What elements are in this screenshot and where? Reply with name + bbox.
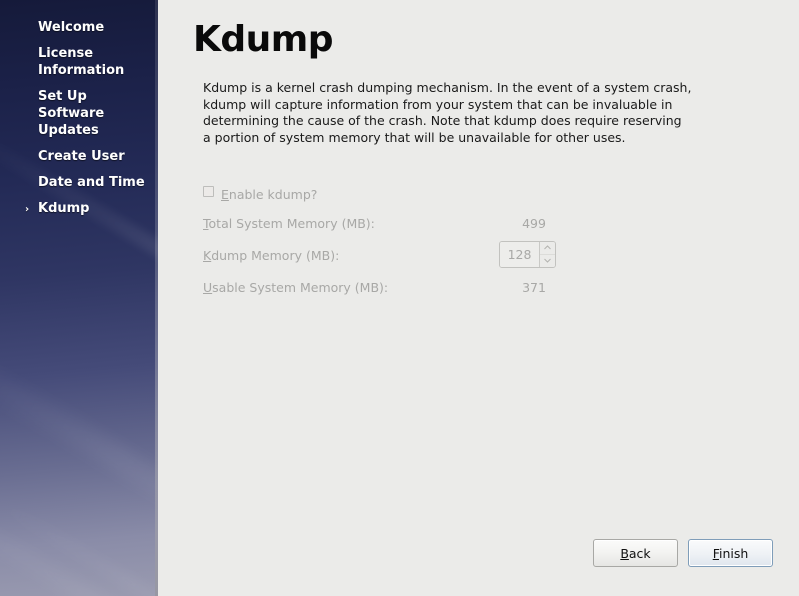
kdump-memory-row: Kdump Memory (MB): 128 bbox=[203, 239, 713, 271]
sidebar-item-label: Welcome bbox=[38, 20, 105, 35]
page-description: Kdump is a kernel crash dumping mechanis… bbox=[203, 80, 692, 146]
sidebar-item-set-up-software-updates[interactable]: Set Up Software Updates bbox=[0, 86, 158, 141]
finish-button[interactable]: Finish bbox=[688, 539, 773, 567]
sidebar-item-label: Date and Time bbox=[38, 175, 145, 190]
label-rest: otal System Memory (MB): bbox=[208, 215, 375, 231]
sidebar-item-kdump[interactable]: › Kdump bbox=[0, 198, 158, 219]
checkbox-icon[interactable] bbox=[203, 186, 214, 197]
label-rest: sable System Memory (MB): bbox=[212, 279, 389, 295]
sidebar-light-streak bbox=[0, 490, 158, 596]
mnemonic-letter: K bbox=[203, 247, 212, 263]
sidebar-item-label: Kdump bbox=[38, 201, 90, 216]
main-panel: Kdump Kdump is a kernel crash dumping me… bbox=[158, 0, 799, 596]
sidebar-nav: Welcome License Information Set Up Softw… bbox=[0, 0, 158, 219]
firstboot-window: Welcome License Information Set Up Softw… bbox=[0, 0, 799, 596]
sidebar-item-date-and-time[interactable]: Date and Time bbox=[0, 172, 158, 193]
sidebar-light-streak bbox=[0, 300, 158, 591]
sidebar: Welcome License Information Set Up Softw… bbox=[0, 0, 158, 596]
total-system-memory-row: Total System Memory (MB): 499 bbox=[203, 207, 713, 239]
label-rest: ack bbox=[628, 545, 651, 561]
kdump-memory-label: Kdump Memory (MB): bbox=[203, 248, 339, 263]
sidebar-item-label: Create User bbox=[38, 149, 125, 164]
sidebar-item-welcome[interactable]: Welcome bbox=[0, 17, 158, 38]
sidebar-light-streak bbox=[0, 430, 158, 596]
kdump-form: Enable kdump? Total System Memory (MB): … bbox=[203, 181, 713, 303]
sidebar-item-create-user[interactable]: Create User bbox=[0, 146, 158, 167]
back-button-label: Back bbox=[620, 546, 650, 561]
button-bar: Back Finish bbox=[158, 539, 799, 569]
total-system-memory-value: 499 bbox=[522, 215, 546, 231]
enable-kdump-label: Enable kdump? bbox=[221, 187, 317, 202]
stepper-increment-icon[interactable] bbox=[540, 242, 555, 255]
kdump-memory-input[interactable]: 128 bbox=[500, 242, 539, 267]
sidebar-item-label: License Information bbox=[38, 46, 125, 78]
selection-arrow-icon: › bbox=[25, 204, 30, 215]
usable-system-memory-label: Usable System Memory (MB): bbox=[203, 280, 388, 295]
stepper-buttons[interactable] bbox=[539, 242, 555, 267]
usable-system-memory-value: 371 bbox=[522, 279, 546, 295]
total-system-memory-label: Total System Memory (MB): bbox=[203, 216, 375, 231]
enable-kdump-row[interactable]: Enable kdump? bbox=[203, 181, 713, 207]
back-button[interactable]: Back bbox=[593, 539, 678, 567]
usable-system-memory-row: Usable System Memory (MB): 371 bbox=[203, 271, 713, 303]
sidebar-item-license-information[interactable]: License Information bbox=[0, 43, 158, 81]
mnemonic-letter: E bbox=[221, 186, 229, 202]
mnemonic-letter: U bbox=[203, 279, 213, 295]
label-rest: nable kdump? bbox=[228, 186, 318, 202]
mnemonic-letter: B bbox=[620, 545, 629, 561]
stepper-decrement-icon[interactable] bbox=[540, 255, 555, 268]
sidebar-item-label: Set Up Software Updates bbox=[38, 89, 105, 138]
kdump-memory-stepper[interactable]: 128 bbox=[499, 241, 556, 268]
label-rest: dump Memory (MB): bbox=[211, 247, 340, 263]
label-rest: inish bbox=[718, 545, 749, 561]
finish-button-label: Finish bbox=[713, 546, 749, 561]
page-title: Kdump bbox=[193, 19, 334, 60]
